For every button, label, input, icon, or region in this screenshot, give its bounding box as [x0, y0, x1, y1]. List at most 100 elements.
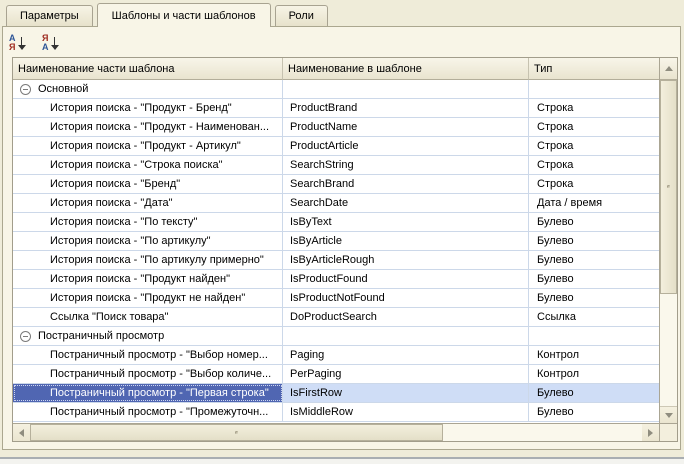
table-row[interactable]: История поиска - "По тексту"IsByTextБуле…: [13, 213, 659, 232]
table-row[interactable]: История поиска - "По артикулу примерно"I…: [13, 251, 659, 270]
type-value: Контрол: [529, 346, 659, 364]
part-name: Постраничный просмотр - "Первая строка": [50, 387, 269, 399]
part-name: История поиска - "Продукт не найден": [50, 292, 245, 304]
tab-label: Параметры: [20, 10, 79, 22]
sort-ascending-button[interactable]: А Я: [9, 32, 33, 53]
template-name: IsByArticle: [283, 232, 529, 250]
part-name: История поиска - "Продукт найден": [50, 273, 230, 285]
type-value: Булево: [529, 403, 659, 421]
tab-roles[interactable]: Роли: [275, 5, 328, 26]
column-header-part-name[interactable]: Наименование части шаблона: [13, 58, 283, 80]
collapse-icon[interactable]: [20, 84, 31, 95]
tab-label: Роли: [289, 10, 314, 22]
template-name: IsMiddleRow: [283, 403, 529, 421]
part-name: История поиска - "Дата": [50, 197, 173, 209]
table-row[interactable]: История поиска - "Дата"SearchDateДата / …: [13, 194, 659, 213]
tab-templates-and-parts[interactable]: Шаблоны и части шаблонов: [97, 3, 271, 27]
template-name: IsFirstRow: [283, 384, 529, 402]
collapse-icon[interactable]: [20, 331, 31, 342]
template-name: [283, 327, 529, 345]
type-value: [529, 80, 659, 98]
table-row[interactable]: История поиска - "Продукт - Артикул" Prod…: [13, 137, 659, 156]
type-value: Булево: [529, 384, 659, 402]
table-row[interactable]: Постраничный просмотр - "Промежуточн... I…: [13, 403, 659, 422]
type-value: Булево: [529, 232, 659, 250]
template-name: ProductBrand: [283, 99, 529, 117]
scroll-up-button[interactable]: [660, 58, 677, 80]
part-name: История поиска - "Продукт - Артикул": [50, 140, 241, 152]
column-header-template-name[interactable]: Наименование в шаблоне: [283, 58, 529, 80]
table-row[interactable]: Ссылка "Поиск товара" DoProductSearchСсыл…: [13, 308, 659, 327]
triangle-up-icon: [665, 66, 673, 71]
horizontal-scrollbar-track[interactable]: [443, 424, 642, 441]
part-name: Ссылка "Поиск товара": [50, 311, 168, 323]
type-value: Строка: [529, 137, 659, 155]
sort-descending-button[interactable]: Я А: [42, 32, 66, 53]
arrow-down-icon: [51, 35, 59, 51]
table-row[interactable]: Постраничный просмотр - "Первая строка" I…: [13, 384, 659, 403]
vertical-scrollbar[interactable]: [659, 58, 677, 423]
type-value: Строка: [529, 118, 659, 136]
type-value: Ссылка: [529, 308, 659, 326]
table-row[interactable]: Постраничный просмотр - "Выбор количе...…: [13, 365, 659, 384]
arrow-down-icon: [18, 35, 26, 51]
template-name: ProductName: [283, 118, 529, 136]
table-row[interactable]: История поиска - "Бренд"SearchBrandСтрок…: [13, 175, 659, 194]
part-name: История поиска - "По артикулу": [50, 235, 211, 247]
tab-label: Шаблоны и части шаблонов: [112, 10, 256, 22]
table-row[interactable]: История поиска - "Продукт - Наименован..…: [13, 118, 659, 137]
type-value: Строка: [529, 175, 659, 193]
scroll-right-button[interactable]: [642, 424, 659, 441]
table-row[interactable]: Постраничный просмотр - "Выбор номер...P…: [13, 346, 659, 365]
part-name: Основной: [38, 83, 88, 95]
sort-ascending-icon: А Я: [9, 34, 16, 52]
type-value: Булево: [529, 270, 659, 288]
template-name: IsByText: [283, 213, 529, 231]
window-bottom-strip: [0, 459, 684, 464]
templates-dialog: Параметры Шаблоны и части шаблонов Роли …: [0, 0, 684, 464]
scroll-down-button[interactable]: [660, 406, 677, 423]
tab-parameters[interactable]: Параметры: [6, 5, 93, 26]
table-row[interactable]: История поиска - "Продукт - Бренд" Produc…: [13, 99, 659, 118]
table-row[interactable]: История поиска - "По артикулу" IsByArticl…: [13, 232, 659, 251]
template-name: [283, 80, 529, 98]
part-name: История поиска - "Продукт - Бренд": [50, 102, 232, 114]
part-name: История поиска - "По тексту": [50, 216, 197, 228]
vertical-scrollbar-thumb[interactable]: [660, 80, 677, 294]
template-name: SearchString: [283, 156, 529, 174]
part-name: Постраничный просмотр - "Промежуточн...: [50, 406, 268, 418]
type-value: Булево: [529, 251, 659, 269]
type-value: Строка: [529, 99, 659, 117]
scroll-left-button[interactable]: [13, 424, 30, 441]
part-name: История поиска - "Строка поиска": [50, 159, 223, 171]
template-name: PerPaging: [283, 365, 529, 383]
type-value: Контрол: [529, 365, 659, 383]
triangle-down-icon: [665, 413, 673, 418]
table-body: Основной История поиска - "Продукт - Брен…: [13, 80, 659, 422]
table-group-row[interactable]: Основной: [13, 80, 659, 99]
table-row[interactable]: История поиска - "Продукт найден" IsProdu…: [13, 270, 659, 289]
part-name: Постраничный просмотр: [38, 330, 164, 342]
table-main-area: Наименование части шаблона Наименование …: [13, 58, 677, 423]
horizontal-scrollbar-thumb[interactable]: [30, 424, 443, 441]
part-name: Постраничный просмотр - "Выбор количе...: [50, 368, 271, 380]
template-name: SearchBrand: [283, 175, 529, 193]
type-value: Дата / время: [529, 194, 659, 212]
table-row[interactable]: История поиска - "Строка поиска" SearchSt…: [13, 156, 659, 175]
sort-toolbar: А Я Я А: [9, 32, 66, 53]
template-name: IsProductFound: [283, 270, 529, 288]
template-name: ProductArticle: [283, 137, 529, 155]
template-name: IsProductNotFound: [283, 289, 529, 307]
scrollbar-corner: [659, 424, 677, 441]
horizontal-scrollbar[interactable]: [13, 423, 677, 441]
table-row[interactable]: История поиска - "Продукт не найден" IsPr…: [13, 289, 659, 308]
template-name: Paging: [283, 346, 529, 364]
tab-strip: Параметры Шаблоны и части шаблонов Роли: [6, 3, 328, 27]
template-name: IsByArticleRough: [283, 251, 529, 269]
vertical-scrollbar-track[interactable]: [660, 80, 677, 406]
table-grid: Наименование части шаблона Наименование …: [13, 58, 659, 423]
table-group-row[interactable]: Постраничный просмотр: [13, 327, 659, 346]
column-header-type[interactable]: Тип: [529, 58, 659, 80]
template-name: DoProductSearch: [283, 308, 529, 326]
type-value: [529, 327, 659, 345]
